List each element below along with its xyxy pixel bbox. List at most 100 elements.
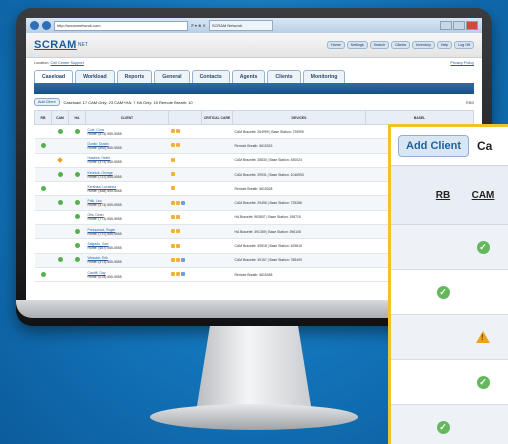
devices-cell[interactable]: CAM Bracelet: 264999 | Base Station: 725… [232,124,366,140]
forward-icon[interactable] [42,21,51,30]
tab-agents[interactable]: Agents [231,70,266,83]
check-icon [57,257,63,263]
action-icons-cell [168,210,202,226]
zoom-rb-cell: ✓ [423,285,463,299]
calendar-icon[interactable] [175,243,180,248]
tab-general[interactable]: General [154,70,190,83]
caseload-summary: Add Client Caseload: 17 CAM Only: 23 CAM… [26,94,482,110]
ha-cell [68,181,86,197]
zoom-add-client-button[interactable]: Add Client [398,135,469,157]
col-devices[interactable]: DEVICES [232,110,366,125]
check-icon [74,128,80,134]
client-cell: Kershaw, Lucianna Home: (488) 555-5555 [85,181,169,197]
ha-cell [68,124,86,140]
calendar-icon[interactable] [175,200,180,205]
col-critical-care[interactable]: CRITICAL CARE [201,110,233,125]
top-link-search[interactable]: Search [369,41,390,49]
tab-contacts[interactable]: Contacts [191,70,230,83]
note-icon[interactable] [170,186,175,191]
warning-icon [57,156,63,163]
back-icon[interactable] [30,21,39,30]
devices-cell[interactable]: Remote Breath: 5615315 [232,138,366,154]
tab-caseload[interactable]: Caseload [34,70,74,83]
zoom-table-row[interactable]: ✓ [391,360,508,405]
action-icons-cell [168,138,202,154]
address-controls[interactable]: ℙ ▾ ⊗ ✕ [191,23,206,28]
top-link-inventory[interactable]: Inventory [412,41,435,49]
check-icon [74,228,80,234]
browser-tab[interactable]: SCRAM Network [208,20,273,31]
devices-cell[interactable]: CAM Bracelet: 29496 | Base Station: 7252… [232,195,366,211]
calendar-icon[interactable] [175,214,180,219]
tab-monitoring[interactable]: Monitoring [302,70,346,83]
check-icon [40,271,46,277]
device-icon[interactable] [180,257,185,262]
top-link-home[interactable]: Home [327,41,345,49]
note-icon[interactable] [170,243,175,248]
zoom-table-row[interactable]: ✓ [391,225,508,270]
scram-logo[interactable]: SCRAM [34,39,77,51]
note-icon[interactable] [170,272,175,277]
cam-cell [51,181,69,197]
device-icon[interactable] [180,200,185,205]
location-value[interactable]: Cell Center Support [50,58,83,68]
note-icon[interactable] [170,157,175,162]
device-icon[interactable] [180,272,185,277]
calendar-icon[interactable] [175,272,180,277]
check-icon [74,200,80,206]
note-icon[interactable] [170,229,175,234]
top-link-clients[interactable]: Clients [391,41,411,49]
close-icon[interactable] [466,21,478,30]
col-basel[interactable]: BASEL [365,110,474,125]
calendar-icon[interactable] [175,257,180,262]
note-icon[interactable] [170,143,175,148]
devices-cell[interactable]: Remote Breath: 5615348 [232,267,366,283]
ha-cell [68,195,86,211]
devices-cell[interactable]: CAM Bracelet: 28830 | Base Station: 4500… [232,153,366,168]
critical-care-cell [201,210,233,226]
devices-cell[interactable]: CAM Bracelet: 49518 | Base Station: 5298… [232,238,366,254]
note-icon[interactable] [170,172,175,177]
privacy-link[interactable]: Privacy Policy [450,58,474,68]
rb-cell [34,253,52,268]
devices-cell[interactable]: CAM Bracelet: 29931 | Base Station: 1046… [232,167,366,183]
client-phone: Home: (488) 555-5555 [87,188,122,193]
cam-cell [51,210,69,226]
note-icon[interactable] [170,257,175,262]
tab-clients[interactable]: Clients [267,70,301,83]
calendar-icon[interactable] [175,143,180,148]
col-cam[interactable]: CAM [51,110,69,125]
calendar-icon[interactable] [175,229,180,234]
add-client-button[interactable]: Add Client [34,98,60,106]
col-ha[interactable]: HA [68,110,86,125]
zoom-table-row[interactable]: ✓ [391,270,508,315]
rb-cell [34,181,52,197]
col-rb[interactable]: RB [34,110,52,125]
ha-cell [68,267,86,283]
zoom-col-rb[interactable]: RB [423,190,463,201]
address-bar[interactable]: http://scramnetwork.com [54,20,188,31]
calendar-icon[interactable] [175,129,180,134]
devices-cell[interactable]: CAM Bracelet: 49157 | Base Station: 7854… [232,253,366,268]
action-icons-cell [168,195,202,211]
tab-reports[interactable]: Reports [116,70,153,83]
client-phone: Home: (474) 555-5555 [87,203,122,208]
top-link-help[interactable]: Help [436,41,453,49]
top-link-logoff[interactable]: Log Off [454,41,474,49]
critical-care-cell [201,124,233,140]
col-client[interactable]: CLIENT [85,110,169,125]
note-icon[interactable] [170,214,175,219]
action-icons-cell [168,153,202,168]
devices-cell[interactable]: HA Bracelet: 391359 | Base Station: 3961… [232,224,366,240]
tab-workload[interactable]: Workload [75,70,115,83]
top-link-settings[interactable]: Settings [346,41,368,49]
devices-cell[interactable]: HA Bracelet: 963807 | Base Station: 1987… [232,210,366,226]
note-icon[interactable] [170,200,175,205]
note-icon[interactable] [170,129,175,134]
devices-cell[interactable]: Remote Breath: 5615328 [232,181,366,197]
minimize-icon[interactable] [440,21,452,30]
zoom-col-cam[interactable]: CAM [463,190,503,201]
zoom-table-row[interactable]: ✓ [391,405,508,444]
zoom-table-row[interactable]: ! [391,315,508,360]
maximize-icon[interactable] [453,21,465,30]
